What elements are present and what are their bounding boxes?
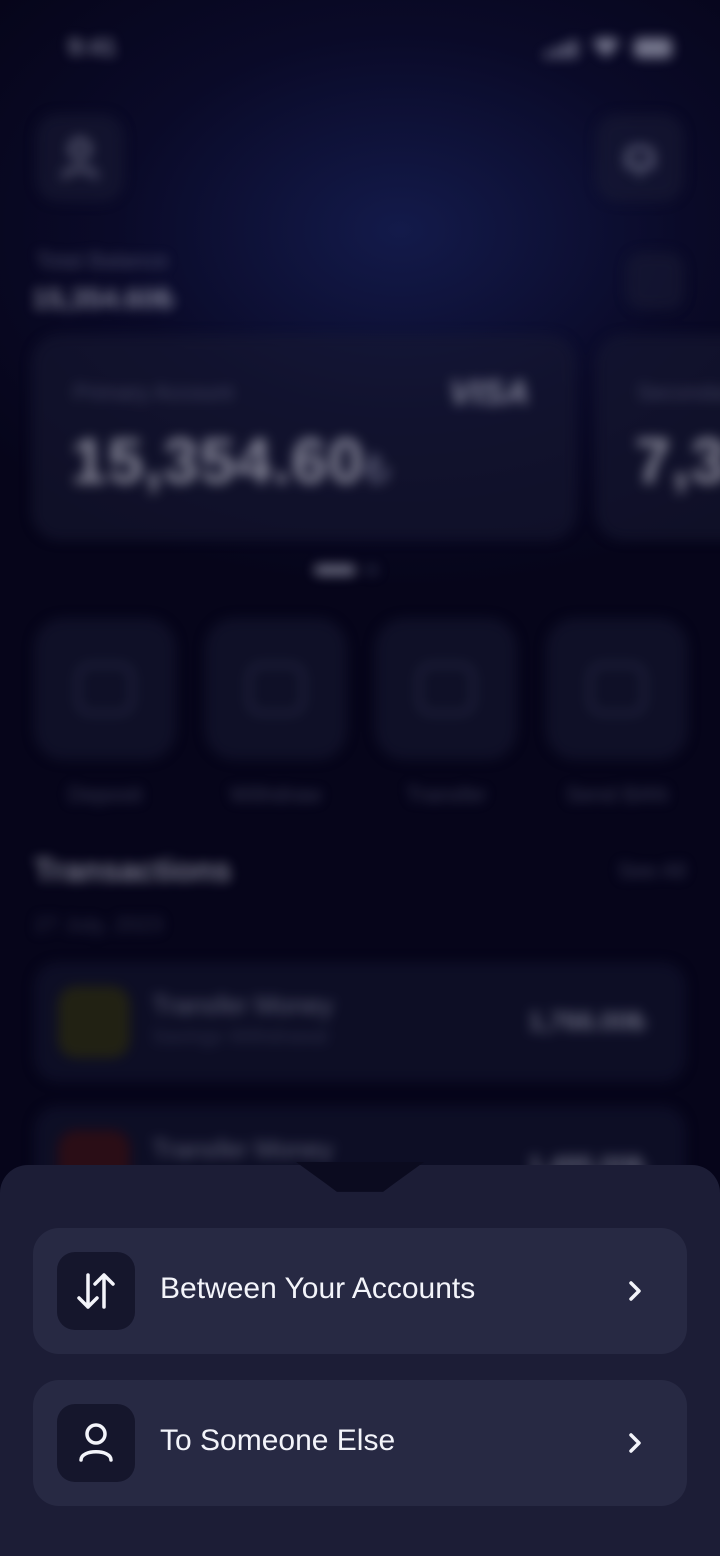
action-deposit[interactable]: Deposit: [34, 618, 176, 808]
action-withdraw[interactable]: Withdraw: [204, 618, 347, 808]
bell-icon: [626, 146, 654, 176]
arrows-up-down-icon: [57, 1252, 135, 1330]
account-card-primary[interactable]: Primary Account VISA 15,354.60₺: [32, 335, 576, 540]
total-balance-value: 15,354.60₺: [32, 283, 175, 314]
app-screen: 9:41 Total Balance 15,354.60₺ Primary Ac…: [0, 0, 720, 1556]
chevron-right-icon: [629, 1433, 641, 1453]
notification-button[interactable]: [596, 114, 684, 202]
transaction-title: Transfer Money: [152, 1134, 334, 1164]
card-amount: 7,35: [635, 425, 720, 497]
card-label: Primary Account: [73, 380, 234, 405]
transaction-title: Transfer Money: [152, 990, 334, 1020]
user-icon: [57, 1404, 135, 1482]
transaction-subtitle: Savings Withdrawal: [152, 1026, 328, 1048]
status-icons: [544, 38, 672, 58]
card-label: Secondary: [637, 380, 720, 405]
card-amount: 15,354.60₺: [71, 425, 392, 497]
user-icon: [62, 138, 98, 179]
battery-icon: [634, 38, 672, 58]
see-all-link[interactable]: See All: [618, 858, 687, 884]
carousel-indicator: [314, 565, 378, 575]
profile-button[interactable]: [36, 114, 124, 202]
signal-icon: [544, 38, 578, 58]
card-brand: VISA: [449, 374, 529, 412]
toggle-balance-button[interactable]: [626, 252, 684, 310]
status-bar: 9:41: [0, 0, 720, 90]
total-balance-label: Total Balance: [36, 248, 169, 273]
option-label: Between Your Accounts: [160, 1272, 476, 1305]
transaction-amount: 1,766.00₺: [528, 1006, 646, 1036]
account-card-secondary[interactable]: Secondary 7,35: [596, 335, 720, 540]
action-send-ban[interactable]: Send BAN: [545, 618, 688, 808]
transaction-icon: [58, 986, 130, 1058]
between-accounts-option[interactable]: Between Your Accounts: [33, 1228, 687, 1354]
transactions-title: Transactions: [34, 852, 232, 888]
option-label: To Someone Else: [160, 1424, 396, 1457]
wifi-icon: [592, 38, 620, 58]
action-transfer[interactable]: Transfer: [375, 618, 518, 808]
transaction-row[interactable]: Transfer Money Savings Withdrawal 1,766.…: [34, 962, 686, 1082]
someone-else-option[interactable]: To Someone Else: [33, 1380, 687, 1506]
status-time: 9:41: [68, 34, 117, 61]
quick-actions: Deposit Withdraw Transfer Send BAN: [34, 618, 688, 808]
chevron-right-icon: [629, 1281, 641, 1301]
transactions-date: 27 July, 2023: [34, 912, 164, 937]
